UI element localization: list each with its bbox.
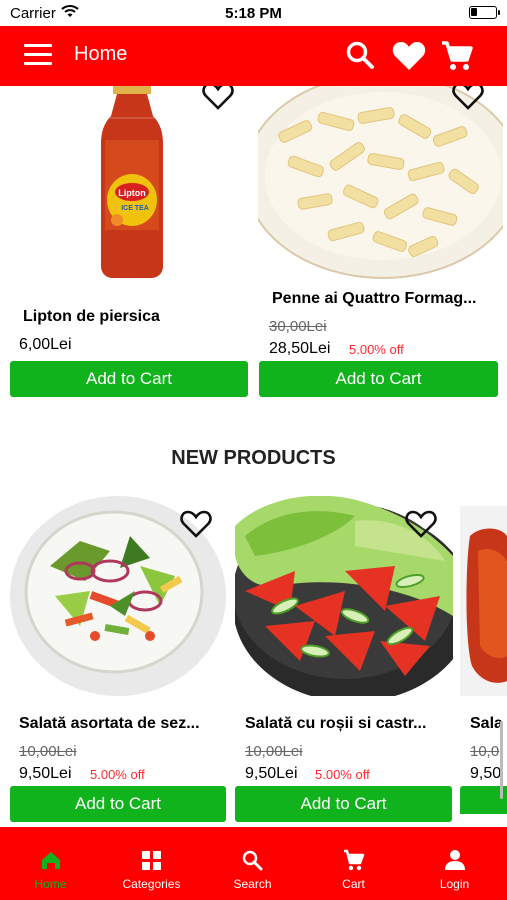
nav-label: Home xyxy=(34,877,67,891)
favorite-heart-icon[interactable] xyxy=(202,86,234,110)
product-name: Penne ai Quattro Formag... xyxy=(272,290,477,307)
cart-icon[interactable] xyxy=(441,40,473,72)
product-image[interactable] xyxy=(460,506,507,696)
section-title: NEW PRODUCTS xyxy=(171,447,336,469)
add-to-cart-button[interactable]: Add to Cart xyxy=(235,786,452,822)
product-old-price: 10,00Lei xyxy=(19,743,77,760)
favorite-heart-icon[interactable] xyxy=(180,510,212,538)
nav-cart[interactable]: Cart xyxy=(303,827,404,900)
nav-login[interactable]: Login xyxy=(404,827,505,900)
menu-icon[interactable] xyxy=(24,44,52,66)
svg-text:Lipton: Lipton xyxy=(118,188,146,198)
favorites-icon[interactable] xyxy=(392,41,426,71)
svg-text:ICE TEA: ICE TEA xyxy=(121,205,149,212)
status-bar: Carrier 5:18 PM xyxy=(0,0,507,26)
product-old-price: 10,00Lei xyxy=(245,743,303,760)
status-time: 5:18 PM xyxy=(225,5,282,22)
add-to-cart-button[interactable]: Add to Cart xyxy=(259,361,498,397)
product-name: Lipton de piersica xyxy=(23,308,160,325)
nav-label: Categories xyxy=(122,877,181,891)
favorite-heart-icon[interactable] xyxy=(405,510,437,538)
product-card[interactable]: Lipton ICE TEA Lipton de piersica 6,00Le… xyxy=(0,86,254,406)
home-icon xyxy=(42,852,60,869)
search-icon[interactable] xyxy=(345,40,375,70)
product-price: 6,00Lei xyxy=(19,336,72,353)
product-price: 28,50Lei xyxy=(269,340,331,357)
product-old-price: 30,00Lei xyxy=(269,318,327,335)
discount-badge: 5.00% off xyxy=(349,342,404,357)
add-to-cart-button[interactable]: Add to Cart xyxy=(10,786,226,822)
nav-search[interactable]: Search xyxy=(202,827,303,900)
product-card[interactable]: Salată asortata de sez... 10,00Lei 9,50L… xyxy=(0,494,230,822)
product-image[interactable]: Lipton ICE TEA xyxy=(95,86,169,280)
product-name: Salată asortata de sez... xyxy=(19,715,200,732)
discount-badge: 5.00% off xyxy=(90,767,145,782)
discount-badge: 5.00% off xyxy=(315,767,370,782)
categories-icon xyxy=(142,851,161,870)
product-price: 9,50Lei xyxy=(19,765,72,782)
product-card[interactable]: Salată cu roșii si castr... 10,00Lei 9,5… xyxy=(230,494,460,822)
scroll-indicator[interactable] xyxy=(500,721,503,799)
nav-label: Cart xyxy=(342,877,365,891)
app-header: Home xyxy=(0,26,507,86)
nav-categories[interactable]: Categories xyxy=(101,827,202,900)
app-screen: Carrier 5:18 PM Home Lipton ICE TEA Lipt… xyxy=(0,0,507,900)
cart-icon xyxy=(344,849,365,871)
product-price: 9,50 xyxy=(470,765,502,782)
product-old-price: 10,0 xyxy=(470,743,500,760)
favorite-heart-icon[interactable] xyxy=(452,86,484,110)
page-title: Home xyxy=(74,43,128,65)
nav-label: Login xyxy=(439,877,470,891)
nav-home[interactable]: Home xyxy=(0,827,101,900)
nav-label: Search xyxy=(233,877,272,891)
person-icon xyxy=(445,850,465,870)
product-price: 9,50Lei xyxy=(245,765,298,782)
product-image[interactable] xyxy=(258,86,503,281)
product-card[interactable]: Penne ai Quattro Formag... 30,00Lei 28,5… xyxy=(254,86,507,406)
add-to-cart-button[interactable]: Add to Cart xyxy=(10,361,248,397)
bottom-nav: Home Categories Search Cart Login xyxy=(0,827,507,900)
battery-icon xyxy=(469,6,500,19)
search-icon xyxy=(242,850,263,871)
product-name: Salată cu roșii si castr... xyxy=(245,715,427,732)
product-feed[interactable]: Lipton ICE TEA Lipton de piersica 6,00Le… xyxy=(0,86,507,827)
